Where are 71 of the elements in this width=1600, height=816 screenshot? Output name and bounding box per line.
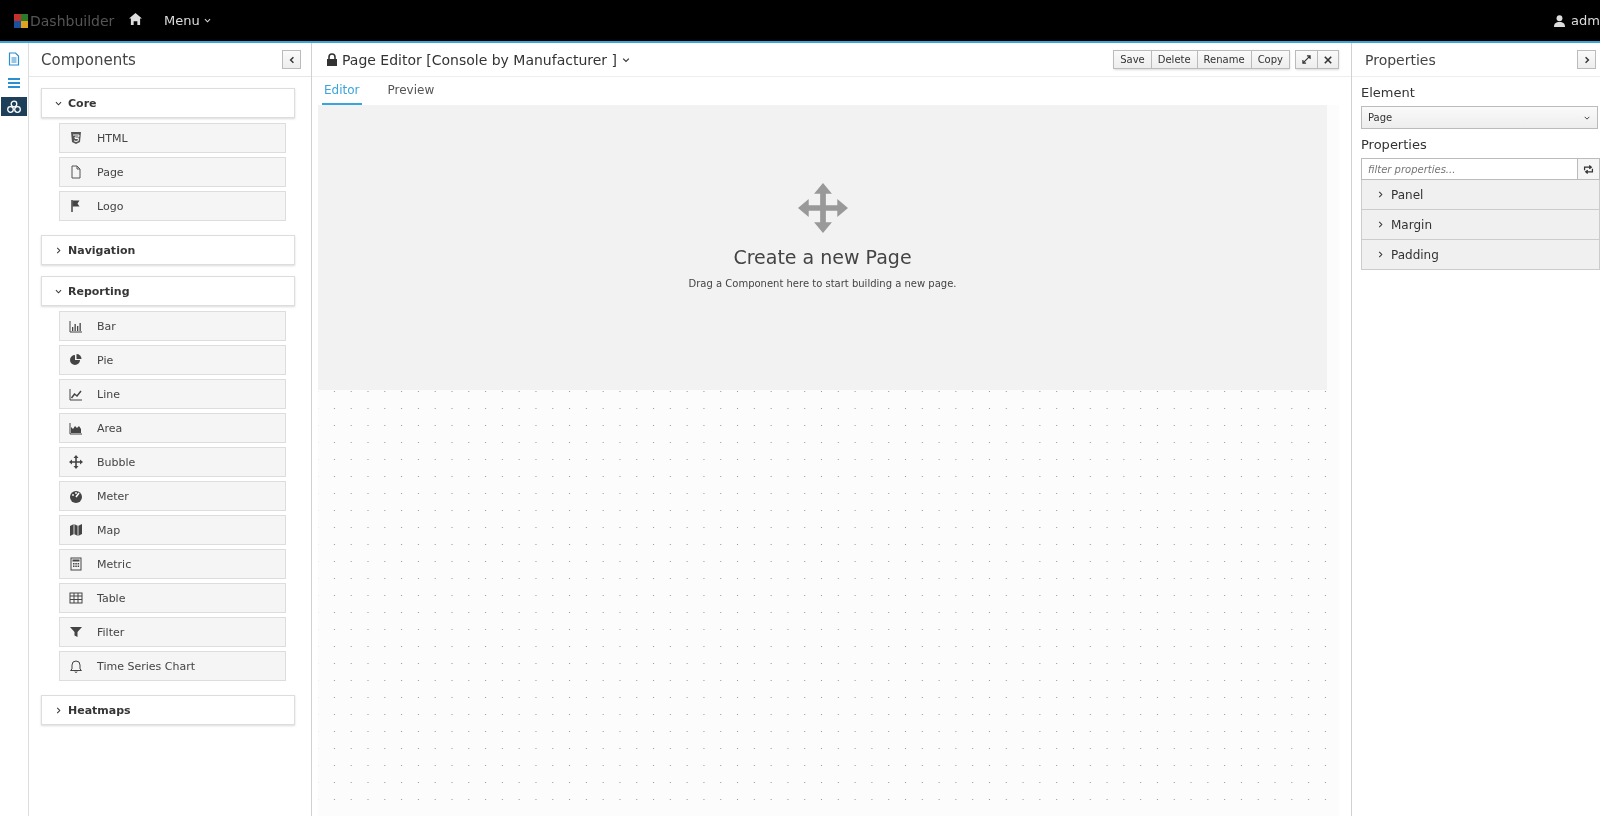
group-header[interactable]: Reporting [41,276,295,306]
line-chart-icon [69,387,83,401]
move-arrows-icon [797,183,848,233]
empty-state-heading: Create a new Page [733,246,912,268]
user-name[interactable]: adm [1571,13,1600,28]
section-label: Properties [1361,137,1428,152]
drop-zone[interactable]: Create a new Page Drag a Component here to start building a new page. [318,105,1327,390]
toolbar-button[interactable]: Copy [1250,50,1290,69]
group-header[interactable]: Core [41,88,295,118]
component-item[interactable]: Meter [59,481,286,511]
group-header[interactable]: Heatmaps [41,695,295,725]
chevron-down-icon [202,16,212,25]
page-editor-title[interactable]: Page Editor [Console by Manufacturer ] [342,51,618,68]
filter-icon [69,625,83,639]
property-section[interactable]: Panel [1361,180,1600,210]
pie-chart-icon [69,353,83,367]
user-icon [1554,14,1566,27]
close-icon [1324,55,1332,64]
component-item[interactable]: Page [59,157,286,187]
move-arrows-icon [69,455,83,469]
gauge-icon [69,489,83,503]
table-icon [69,591,83,605]
component-item[interactable]: Line [59,379,286,409]
html5-icon [69,131,83,145]
tab[interactable]: Preview [385,77,437,105]
area-chart-icon [69,421,83,435]
empty-state-text: Drag a Component here to start building a new page. [688,278,957,289]
component-item[interactable]: Map [59,515,286,545]
component-item[interactable]: Time Series Chart [59,651,286,681]
property-section[interactable]: Margin [1361,210,1600,240]
collapse-button[interactable] [282,50,301,69]
chevron-right-icon [1376,220,1385,229]
component-item[interactable]: Bar [59,311,286,341]
element-dropdown[interactable]: Page [1361,106,1598,129]
maximize-button[interactable] [1295,50,1318,69]
chevron-right-icon [54,705,63,715]
chevron-right-icon [1376,250,1385,259]
home-icon[interactable] [129,13,142,25]
map-icon [69,523,83,537]
collapse-button[interactable] [1577,50,1596,69]
logo-icon [14,13,28,28]
filter-field[interactable]: filter properties... [1361,158,1578,180]
file-icon [69,165,83,179]
lock-icon [326,53,338,66]
menu-dropdown[interactable]: Menu [164,13,212,28]
bell-icon [69,659,83,673]
group-header[interactable]: Navigation [41,235,295,265]
field-label: Element [1361,85,1416,100]
component-item[interactable]: HTML [59,123,286,153]
chevron-right-icon [54,245,63,255]
components-icon[interactable] [1,97,27,116]
component-item[interactable]: Filter [59,617,286,647]
refresh-button[interactable] [1578,158,1600,180]
component-item[interactable]: Pie [59,345,286,375]
toolbar-button[interactable]: Delete [1150,50,1198,69]
calculator-icon [69,557,83,571]
expand-icon [1302,55,1311,64]
component-item[interactable]: Bubble [59,447,286,477]
chevron-right-icon [1376,190,1385,199]
panel-title: Properties [1365,51,1436,68]
close-button[interactable] [1317,50,1339,69]
toolbar-button[interactable]: Save [1113,50,1152,69]
component-item[interactable]: Table [59,583,286,613]
component-item[interactable]: Area [59,413,286,443]
property-section[interactable]: Padding [1361,240,1600,270]
panel-title: Components [41,50,136,69]
bar-chart-icon [69,319,83,333]
swap-arrows-icon [1583,163,1594,175]
toolbar-button[interactable]: Rename [1196,50,1252,69]
component-item[interactable]: Metric [59,549,286,579]
component-item[interactable]: Logo [59,191,286,221]
